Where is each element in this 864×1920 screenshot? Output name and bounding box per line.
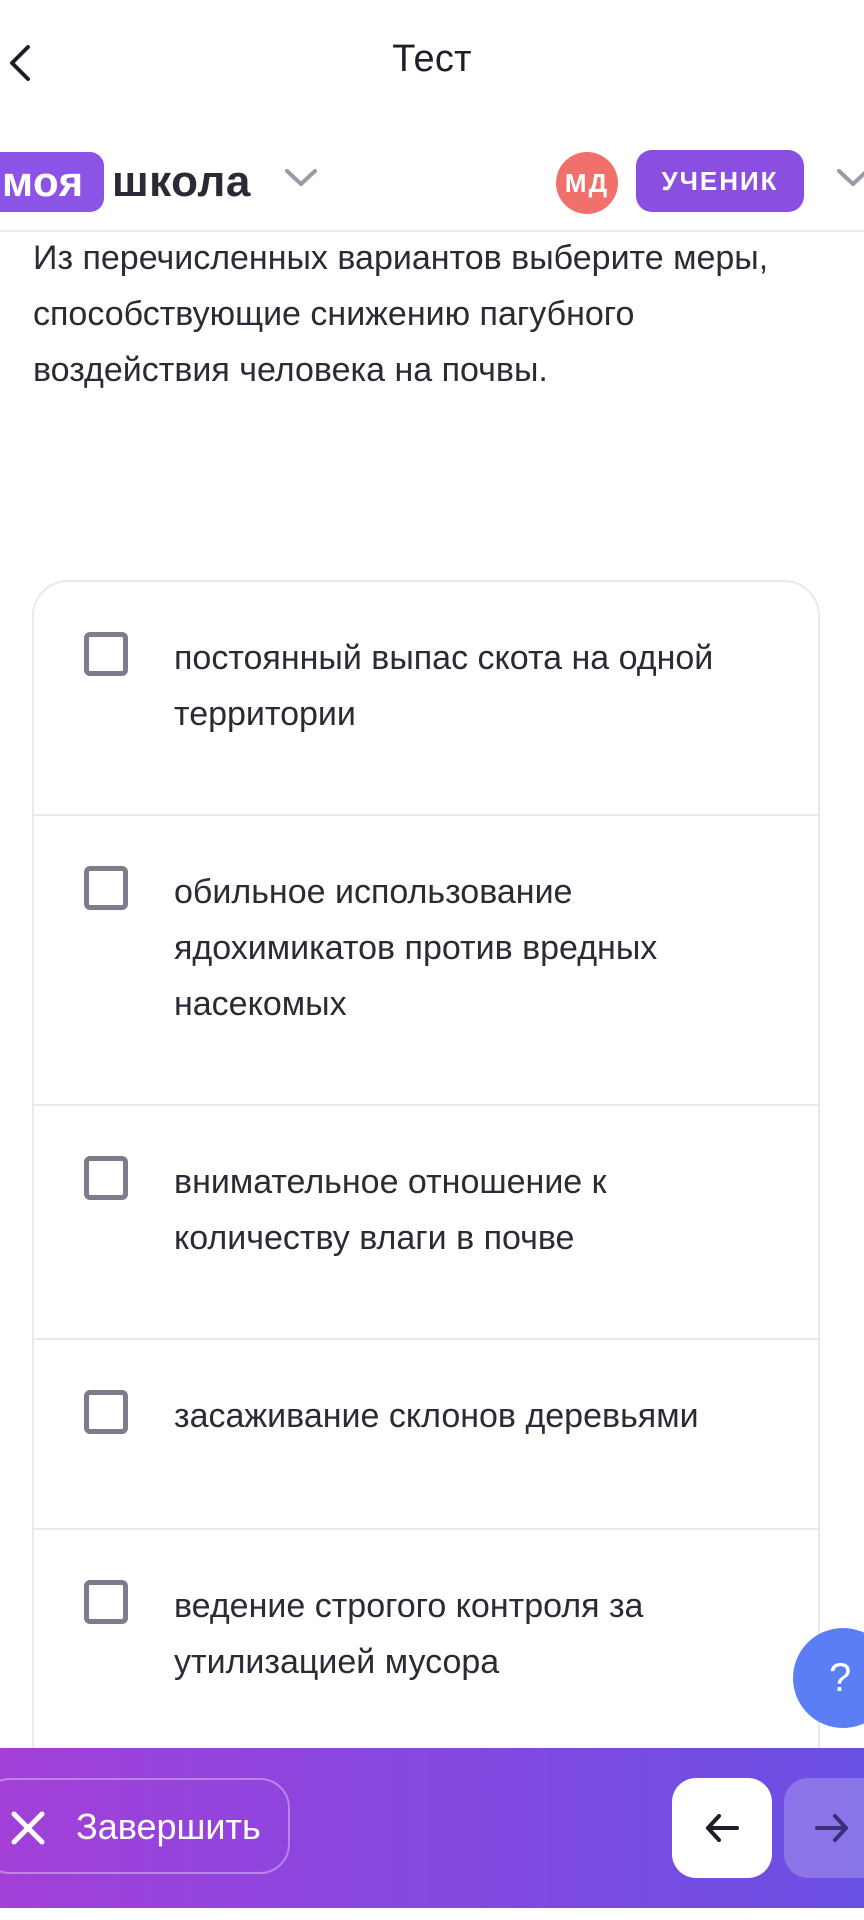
avatar[interactable]: МД (556, 152, 618, 214)
answer-option-label: ведение строгого контроля за утилизацией… (174, 1587, 644, 1681)
answer-option-label: постоянный выпас скота на одной территор… (174, 639, 714, 733)
answer-option-1[interactable]: постоянный выпас скота на одной территор… (34, 582, 818, 816)
chevron-down-icon[interactable] (836, 168, 864, 188)
finish-button[interactable]: Завершить (0, 1778, 290, 1874)
answer-option-5[interactable]: ведение строгого контроля за утилизацией… (34, 1530, 818, 1782)
checkbox[interactable] (84, 1390, 128, 1434)
answer-options-card: постоянный выпас скота на одной территор… (32, 580, 820, 1784)
page-title: Тест (392, 38, 472, 80)
answer-option-2[interactable]: обильное использование ядохимикатов прот… (34, 816, 818, 1106)
checkbox[interactable] (84, 866, 128, 910)
answer-option-label: засаживание склонов деревьями (174, 1397, 699, 1435)
role-badge[interactable]: УЧЕНИК (636, 150, 804, 212)
checkbox[interactable] (84, 1580, 128, 1624)
checkbox[interactable] (84, 632, 128, 676)
answer-option-label: обильное использование ядохимикатов прот… (174, 873, 658, 1023)
answer-option-4[interactable]: засаживание склонов деревьями (34, 1340, 818, 1530)
top-navigation-bar: Тест (0, 0, 864, 125)
arrow-right-icon (815, 1814, 848, 1842)
logo-shkola[interactable]: школа (112, 152, 251, 212)
bottom-action-bar: Завершить (0, 1748, 864, 1908)
finish-button-label: Завершить (76, 1806, 261, 1847)
next-question-button[interactable] (784, 1778, 864, 1878)
close-icon (11, 1811, 45, 1845)
answer-option-3[interactable]: внимательное отношение к количеству влаг… (34, 1106, 818, 1340)
logo-moya[interactable]: моя (0, 152, 104, 212)
chevron-down-icon[interactable] (284, 168, 318, 188)
previous-question-button[interactable] (672, 1778, 772, 1878)
arrow-left-icon (706, 1814, 739, 1842)
checkbox[interactable] (84, 1156, 128, 1200)
answer-option-label: внимательное отношение к количеству влаг… (174, 1163, 607, 1257)
question-text: Из перечисленных вариантов выберите меры… (33, 239, 769, 389)
